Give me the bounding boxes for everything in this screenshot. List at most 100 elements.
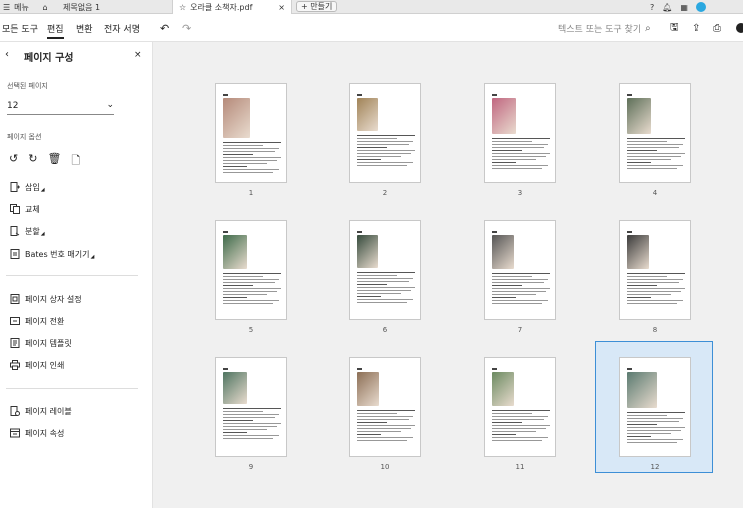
rotate-right-icon[interactable]: ↻: [28, 152, 37, 171]
save-icon[interactable]: 🖫: [670, 14, 679, 42]
page-text-line: [357, 425, 415, 426]
all-tools-button[interactable]: 모든 도구: [2, 14, 38, 42]
edit-button[interactable]: 편집: [47, 14, 64, 42]
page-text-line: [223, 411, 263, 412]
page-photo: [357, 235, 378, 268]
page-number-label: 7: [517, 326, 523, 334]
home-icon[interactable]: ⌂: [38, 0, 52, 14]
page-thumbnail[interactable]: [349, 357, 421, 457]
page-photo: [492, 98, 516, 134]
page-number-label: 11: [515, 463, 525, 471]
print-icon[interactable]: ⎙: [713, 14, 721, 42]
page-template-menu-item[interactable]: 페이지 템플릿: [9, 336, 72, 350]
rotate-left-icon[interactable]: ↺: [9, 152, 18, 171]
hamburger-icon: ☰: [3, 2, 11, 12]
back-chevron-icon[interactable]: ‹: [5, 49, 9, 60]
redo-icon[interactable]: ↷: [182, 14, 191, 42]
page-thumbnail[interactable]: [215, 357, 287, 457]
page-text-line: [492, 291, 546, 292]
page-text-line: [492, 288, 550, 289]
bates-numbering-menu-item[interactable]: Bates 번호 매기기 ◢: [9, 247, 94, 261]
print-pages-label: 페이지 인쇄: [25, 360, 65, 370]
extract-icon[interactable]: 🗋: [71, 152, 80, 171]
page-labels-menu-item[interactable]: 페이지 레이블: [9, 404, 72, 418]
page-photo: [357, 372, 379, 406]
page-thumbnail[interactable]: [349, 220, 421, 320]
page-text-line: [357, 156, 401, 157]
close-icon[interactable]: ×: [134, 50, 142, 60]
page-text-line: [223, 303, 273, 304]
page-title-line: [223, 94, 228, 96]
page-text-line: [223, 148, 279, 149]
bell-icon[interactable]: 🔔︎: [662, 3, 672, 12]
page-text-line: [223, 294, 267, 295]
page-label-icon: [9, 406, 20, 417]
page-transition-menu-item[interactable]: 페이지 전환: [9, 314, 64, 328]
selected-pages-select[interactable]: 12 ⌄: [7, 100, 114, 115]
page-number-label: 6: [382, 326, 388, 334]
tab-oracle-pdf[interactable]: ☆ 오라클 소책자.pdf ×: [172, 0, 292, 14]
divider: [6, 388, 138, 389]
page-text-line: [627, 285, 657, 286]
apps-grid-icon[interactable]: ▦: [680, 3, 688, 12]
selected-pages-label: 선택된 페이지: [7, 82, 48, 90]
page-text-line: [357, 437, 413, 438]
bates-label: Bates 번호 매기기: [25, 249, 90, 259]
page-options-icons: ↺ ↻ 🗑︎ 🗋: [9, 152, 80, 171]
page-number-label: 8: [652, 326, 658, 334]
star-icon[interactable]: ☆: [179, 3, 186, 12]
cloud-avatar-icon[interactable]: [695, 2, 706, 12]
insert-menu-item[interactable]: 삽입 ◢: [9, 180, 45, 194]
close-tab-icon[interactable]: ×: [278, 3, 285, 12]
page-template-label: 페이지 템플릿: [25, 338, 72, 348]
page-text-line: [627, 439, 683, 440]
page-text-line: [357, 147, 387, 148]
page-number-label: 10: [380, 463, 390, 471]
page-title-line: [223, 368, 228, 370]
new-tab-button[interactable]: + 만들기: [296, 1, 338, 12]
page-thumbnail[interactable]: [619, 220, 691, 320]
page-thumbnail[interactable]: [619, 83, 691, 183]
page-thumbnail[interactable]: [484, 220, 556, 320]
page-transition-label: 페이지 전환: [25, 316, 65, 326]
search-icon: ⌕: [645, 22, 651, 34]
page-text-line: [492, 162, 516, 163]
page-text-line: [492, 440, 542, 441]
page-text-line: [492, 431, 536, 432]
submenu-arrow-icon: ◢: [90, 254, 95, 260]
esign-button[interactable]: 전자 서명: [104, 14, 140, 42]
page-text-line: [627, 421, 679, 422]
split-menu-item[interactable]: 분할 ◢: [9, 224, 45, 238]
page-text-line: [492, 276, 532, 277]
page-thumbnail[interactable]: [619, 357, 691, 457]
page-text-line: [492, 297, 516, 298]
delete-icon[interactable]: 🗑︎: [47, 152, 61, 171]
page-thumbnail[interactable]: [484, 357, 556, 457]
page-thumbnail[interactable]: [484, 83, 556, 183]
share-upload-icon[interactable]: ⇪: [692, 14, 700, 42]
help-icon[interactable]: ?: [650, 3, 654, 12]
page-text-line: [492, 141, 532, 142]
replace-menu-item[interactable]: 교체: [9, 202, 40, 216]
page-text-line: [357, 284, 387, 285]
search-tools-input[interactable]: 텍스트 또는 도구 찾기 ⌕: [558, 14, 651, 42]
avatar[interactable]: [736, 14, 743, 42]
page-options-label: 페이지 옵션: [7, 133, 42, 141]
page-properties-menu-item[interactable]: 페이지 속성: [9, 426, 64, 440]
page-number-label: 2: [382, 189, 388, 197]
page-text-line: [627, 412, 685, 413]
tab-untitled[interactable]: 제목없음 1: [55, 0, 167, 14]
page-thumbnail[interactable]: [215, 220, 287, 320]
page-thumbnail[interactable]: [215, 83, 287, 183]
undo-icon[interactable]: ↶: [160, 14, 169, 42]
convert-button[interactable]: 변환: [76, 14, 93, 42]
selected-pages-value: 12: [7, 101, 19, 111]
page-text-line: [492, 168, 542, 169]
print-pages-menu-item[interactable]: 페이지 인쇄: [9, 358, 64, 372]
menu-button[interactable]: ☰ 메뉴: [3, 0, 29, 14]
template-icon: [9, 338, 20, 349]
page-thumbnail[interactable]: [349, 83, 421, 183]
page-box-settings-menu-item[interactable]: 페이지 상자 설정: [9, 292, 82, 306]
page-text-line: [223, 273, 281, 274]
page-photo: [492, 235, 514, 269]
